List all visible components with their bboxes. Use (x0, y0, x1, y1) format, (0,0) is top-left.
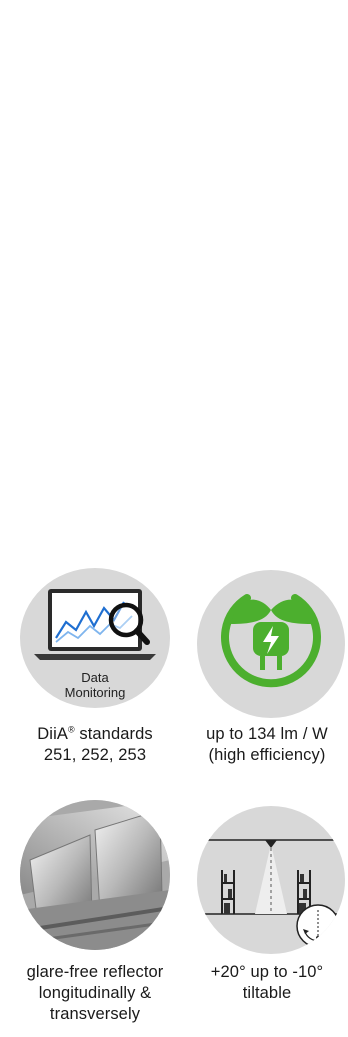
data-label: Data (81, 670, 109, 685)
tilt-range: +20° up to -10° (210, 963, 324, 981)
tiltable-badge (197, 806, 345, 954)
monitoring-label: Monitoring (64, 685, 126, 700)
diia-standards-caption: DiiA® standards 251, 252, 253 (0, 724, 190, 766)
tiltable-caption: +20° up to -10° tiltable (186, 962, 348, 1004)
data-monitoring-badge: Data Monitoring (20, 568, 170, 708)
diia-text: DiiA (37, 725, 68, 743)
standards-numbers: 251, 252, 253 (43, 746, 147, 764)
eco-plug-icon (221, 594, 321, 688)
standards-text: standards (74, 725, 153, 743)
efficiency-value: up to 134 lm / W (206, 725, 328, 743)
reflector-line-2: longitudinally & (38, 984, 152, 1002)
tilt-label: tiltable (242, 984, 292, 1002)
registered-mark: ® (67, 724, 75, 735)
reflector-line-1: glare-free reflector (26, 963, 164, 981)
reflector-line-3: transversely (49, 1005, 141, 1023)
reflector-badge (20, 800, 170, 950)
efficiency-badge (197, 570, 345, 718)
reflector-caption: glare-free reflector longitudinally & tr… (0, 962, 190, 1025)
reflector-photo (20, 800, 170, 950)
efficiency-caption: up to 134 lm / W (high efficiency) (186, 724, 348, 766)
efficiency-note: (high efficiency) (208, 746, 326, 764)
tilt-aisle-icon (197, 839, 345, 948)
